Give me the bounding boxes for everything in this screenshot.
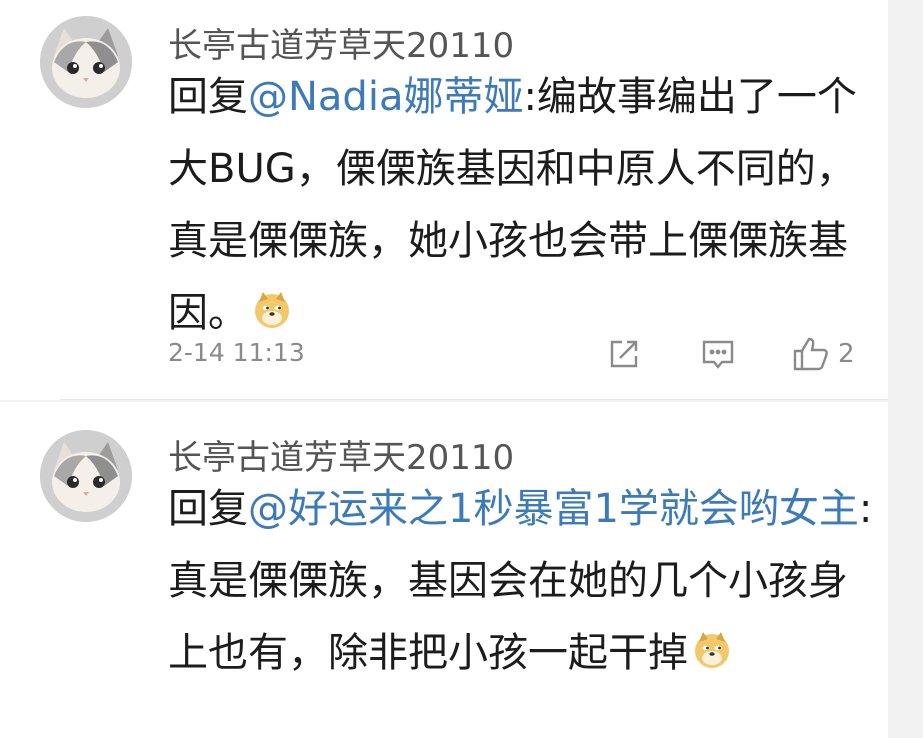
- share-button[interactable]: [606, 334, 642, 374]
- comment-author[interactable]: 长亭古道芳草天20110: [168, 18, 514, 67]
- comment-timestamp: 2-14 11:13: [168, 338, 305, 367]
- doge-emoji-icon: [255, 292, 289, 328]
- share-icon: [610, 340, 638, 368]
- mention-link[interactable]: @好运来之1秒暴富1学就会哟女主: [248, 486, 859, 532]
- comment-card: 长亭古道芳草天20110 回复@好运来之1秒暴富1学就会哟女主:真是傈傈族，基因…: [0, 402, 888, 738]
- divider: [60, 399, 888, 400]
- comment-text: 回复@好运来之1秒暴富1学就会哟女主:真是傈傈族，基因会在她的几个小孩身上也有，…: [168, 473, 873, 689]
- reply-prefix: 回复: [168, 486, 248, 532]
- comment-card: 长亭古道芳草天20110 回复@Nadia娜蒂娅:编故事编出了一个大BUG，傈傈…: [0, 0, 888, 400]
- doge-emoji-icon: [695, 632, 729, 668]
- comment-text: 回复@Nadia娜蒂娅:编故事编出了一个大BUG，傈傈族基因和中原人不同的，真是…: [168, 61, 873, 349]
- avatar[interactable]: [40, 16, 132, 108]
- like-button[interactable]: 2: [792, 334, 855, 374]
- reply-prefix: 回复: [168, 74, 248, 120]
- comment-button[interactable]: [700, 334, 736, 374]
- like-icon: [793, 337, 828, 371]
- like-count: 2: [838, 339, 855, 369]
- comment-author[interactable]: 长亭古道芳草天20110: [168, 430, 514, 479]
- mention-link[interactable]: @Nadia娜蒂娅: [248, 74, 523, 120]
- comment-icon: [702, 340, 734, 369]
- avatar[interactable]: [40, 430, 132, 522]
